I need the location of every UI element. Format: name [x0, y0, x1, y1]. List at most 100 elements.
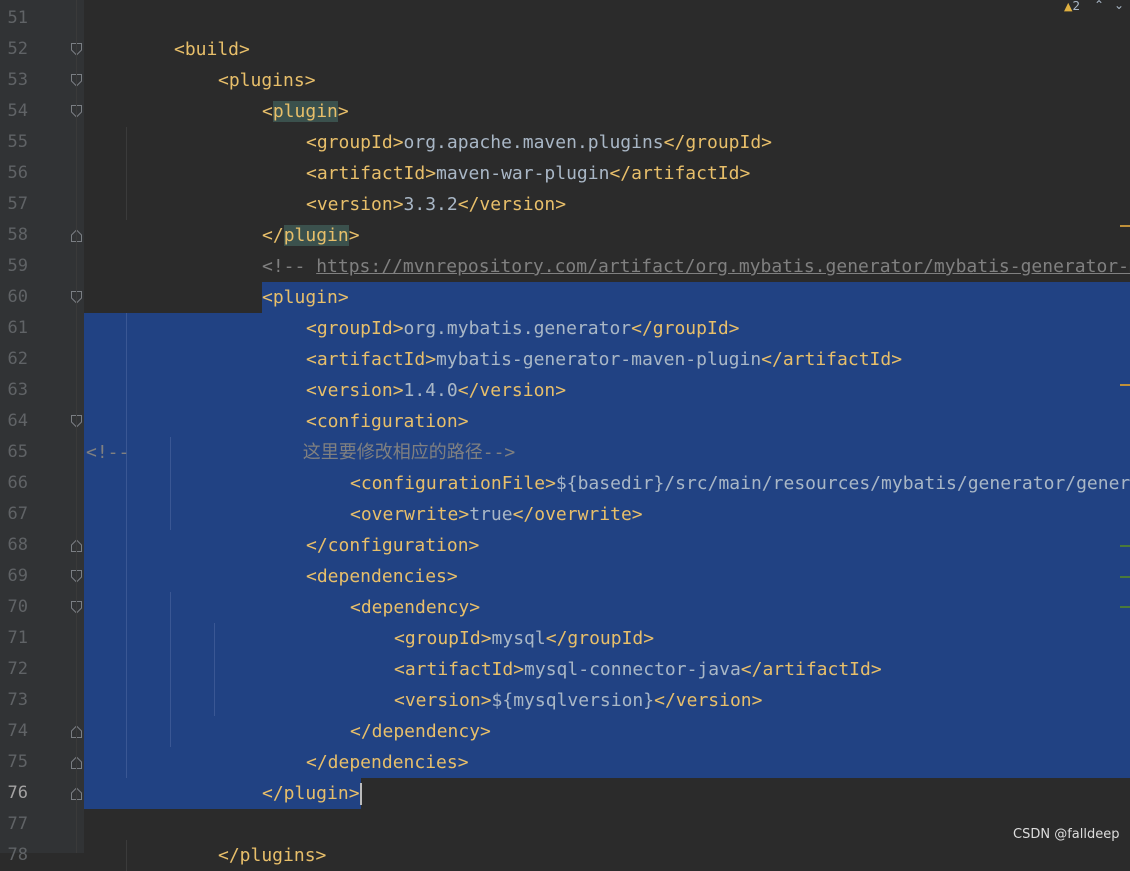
line-number[interactable]: 65: [0, 437, 28, 468]
xml-tag: </artifactId>: [740, 659, 882, 680]
code-line[interactable]: </plugin>: [84, 220, 1130, 251]
line-number[interactable]: 73: [0, 685, 28, 716]
indent-guide: [214, 685, 215, 716]
line-number[interactable]: 78: [0, 840, 28, 871]
inspection-widget[interactable]: ▲2: [1064, 0, 1080, 14]
scrollbar-marker[interactable]: [1120, 384, 1130, 386]
code-line[interactable]: <configuration>: [84, 406, 1130, 437]
text-value: mysql-connector-java: [524, 659, 741, 680]
line-number[interactable]: 69: [0, 561, 28, 592]
code-text: <!-- https://mvnrepository.com/artifact/…: [262, 251, 1130, 282]
indent-guide: [170, 685, 171, 716]
indent-guide: [126, 127, 127, 158]
line-number[interactable]: 63: [0, 375, 28, 406]
xml-tag: <artifactId>: [306, 349, 437, 370]
line-number[interactable]: 72: [0, 654, 28, 685]
line-number[interactable]: 56: [0, 158, 28, 189]
line-number[interactable]: 66: [0, 468, 28, 499]
indent-guide: [126, 716, 127, 747]
comment: <!--: [86, 442, 130, 463]
indent-guide: [126, 313, 127, 344]
xml-tag: plugin: [272, 101, 338, 122]
code-text: <!-- 这里要修改相应的路径-->: [86, 437, 515, 468]
code-line[interactable]: [84, 3, 1130, 34]
code-line[interactable]: [84, 809, 1130, 840]
indent-guide: [126, 561, 127, 592]
line-number[interactable]: 76: [0, 778, 28, 809]
line-number[interactable]: 67: [0, 499, 28, 530]
line-number[interactable]: 75: [0, 747, 28, 778]
code-line[interactable]: <groupId>mysql</groupId>: [84, 623, 1130, 654]
gutter-row: 67: [0, 499, 84, 530]
code-line[interactable]: <artifactId>mybatis-generator-maven-plug…: [84, 344, 1130, 375]
scrollbar-marker[interactable]: [1120, 606, 1130, 608]
code-line[interactable]: </plugins>: [84, 840, 1130, 871]
text-value: maven-war-plugin: [436, 163, 610, 184]
xml-tag: >: [348, 225, 360, 246]
code-line[interactable]: <dependencies>: [84, 561, 1130, 592]
code-line[interactable]: <artifactId>mysql-connector-java</artifa…: [84, 654, 1130, 685]
line-number[interactable]: 58: [0, 220, 28, 251]
line-number[interactable]: 52: [0, 34, 28, 65]
code-line[interactable]: <plugin>: [84, 96, 1130, 127]
line-number[interactable]: 62: [0, 344, 28, 375]
line-number[interactable]: 51: [0, 3, 28, 34]
comment-link[interactable]: https://mvnrepository.com/artifact/org.m…: [316, 256, 1130, 277]
code-line[interactable]: <plugin>: [84, 282, 1130, 313]
code-line[interactable]: <version>3.3.2</version>: [84, 189, 1130, 220]
code-line[interactable]: <plugins>: [84, 65, 1130, 96]
xml-tag: </plugins>: [218, 845, 327, 866]
xml-tag: <plugin>: [262, 287, 349, 308]
code-line[interactable]: <!-- https://mvnrepository.com/artifact/…: [84, 251, 1130, 282]
gutter-row: 54: [0, 96, 84, 127]
line-number[interactable]: 59: [0, 251, 28, 282]
previous-highlight-button[interactable]: ⌃: [1094, 0, 1104, 14]
code-text: </plugins>: [218, 840, 326, 871]
code-line[interactable]: <!-- 这里要修改相应的路径-->: [84, 437, 1130, 468]
code-line[interactable]: </configuration>: [84, 530, 1130, 561]
code-line[interactable]: <overwrite>true</overwrite>: [84, 499, 1130, 530]
code-text: </configuration>: [306, 530, 479, 561]
scrollbar-marker[interactable]: [1120, 545, 1130, 547]
selection-band: [262, 282, 1130, 313]
line-number[interactable]: 55: [0, 127, 28, 158]
code-line[interactable]: <version>1.4.0</version>: [84, 375, 1130, 406]
code-line[interactable]: <groupId>org.apache.maven.plugins</group…: [84, 127, 1130, 158]
indent-guide: [170, 654, 171, 685]
indent-guide: [126, 499, 127, 530]
line-number[interactable]: 70: [0, 592, 28, 623]
code-line[interactable]: <version>${mysqlversion}</version>: [84, 685, 1130, 716]
indent-guide: [126, 468, 127, 499]
code-line[interactable]: </dependencies>: [84, 747, 1130, 778]
line-number[interactable]: 57: [0, 189, 28, 220]
indent-guide: [126, 406, 127, 437]
line-number[interactable]: 68: [0, 530, 28, 561]
indent-guide: [126, 747, 127, 778]
scrollbar-marker[interactable]: [1120, 576, 1130, 578]
line-number[interactable]: 71: [0, 623, 28, 654]
scrollbar-marker[interactable]: [1120, 225, 1130, 227]
next-highlight-button[interactable]: ⌄: [1114, 0, 1124, 14]
gutter-row: 74: [0, 716, 84, 747]
code-line[interactable]: </dependency>: [84, 716, 1130, 747]
line-number[interactable]: 54: [0, 96, 28, 127]
code-line[interactable]: <artifactId>maven-war-plugin</artifactId…: [84, 158, 1130, 189]
code-line[interactable]: <build>: [84, 34, 1130, 65]
code-line[interactable]: <dependency>: [84, 592, 1130, 623]
line-number[interactable]: 77: [0, 809, 28, 840]
text-value: mybatis-generator-maven-plugin: [436, 349, 762, 370]
gutter-row: 56: [0, 158, 84, 189]
indent-guide: [126, 375, 127, 406]
code-text: </plugin>: [262, 778, 362, 809]
line-number[interactable]: 61: [0, 313, 28, 344]
line-number[interactable]: 64: [0, 406, 28, 437]
gutter-row: 51: [0, 3, 84, 34]
gutter-row: 65: [0, 437, 84, 468]
line-number[interactable]: 74: [0, 716, 28, 747]
code-line[interactable]: </plugin>: [84, 778, 1130, 809]
code-line[interactable]: <groupId>org.mybatis.generator</groupId>: [84, 313, 1130, 344]
code-line[interactable]: <configurationFile>${basedir}/src/main/r…: [84, 468, 1130, 499]
line-number[interactable]: 60: [0, 282, 28, 313]
line-number[interactable]: 53: [0, 65, 28, 96]
gutter-row: 64: [0, 406, 84, 437]
